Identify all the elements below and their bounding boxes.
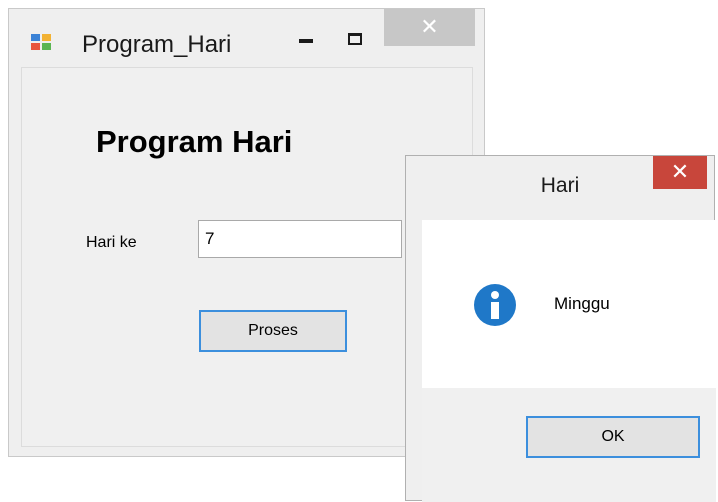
message-box: Hari ✕ Minggu OK bbox=[405, 155, 716, 502]
message-box-close-button[interactable]: ✕ bbox=[653, 156, 707, 189]
info-icon-dot bbox=[491, 291, 499, 299]
message-footer: OK bbox=[422, 388, 716, 502]
minimize-button[interactable] bbox=[299, 39, 313, 43]
message-body: Minggu bbox=[422, 220, 716, 388]
close-button[interactable]: ✕ bbox=[384, 9, 475, 46]
app-icon bbox=[31, 34, 51, 50]
info-icon bbox=[474, 284, 516, 326]
day-label: Hari ke bbox=[86, 234, 137, 251]
window-title: Program_Hari bbox=[82, 31, 232, 58]
main-titlebar: Program_Hari ✕ bbox=[9, 9, 484, 67]
process-button[interactable]: Proses bbox=[199, 310, 347, 352]
page-title: Program Hari bbox=[96, 124, 293, 159]
day-input[interactable]: 7 bbox=[198, 220, 402, 258]
maximize-button[interactable] bbox=[348, 33, 362, 45]
info-icon-bar bbox=[491, 302, 499, 319]
message-text: Minggu bbox=[554, 294, 610, 313]
ok-button[interactable]: OK bbox=[526, 416, 700, 458]
